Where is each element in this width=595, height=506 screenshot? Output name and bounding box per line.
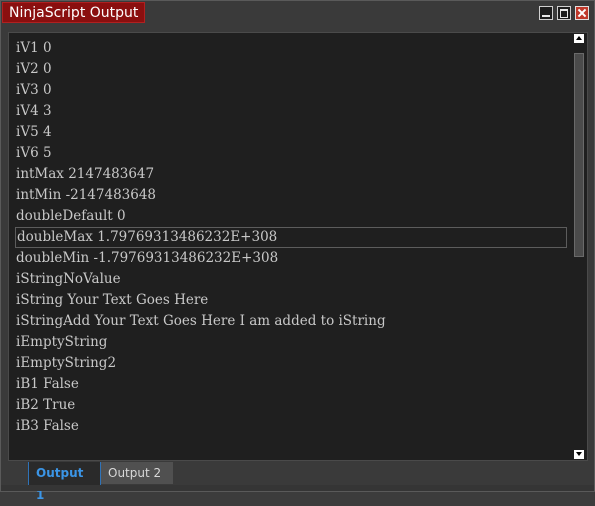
vertical-scrollbar[interactable] [573, 34, 585, 459]
output-line[interactable]: intMin -2147483648 [15, 185, 567, 206]
tab-output-2[interactable]: Output 2 [101, 462, 173, 484]
arrow-up-icon[interactable] [574, 34, 584, 43]
output-line[interactable]: iV5 4 [15, 122, 567, 143]
output-line[interactable]: iV1 0 [15, 38, 567, 59]
output-line[interactable]: iB1 False [15, 374, 567, 395]
output-line[interactable]: doubleDefault 0 [15, 206, 567, 227]
tab-output-1[interactable]: Output 1 [28, 462, 101, 502]
output-line[interactable]: iB3 False [15, 416, 567, 437]
output-line[interactable]: iV6 5 [15, 143, 567, 164]
output-line[interactable]: iB2 True [15, 395, 567, 416]
output-pane[interactable]: iV1 0 iV2 0 iV3 0 iV4 3 iV5 4 iV6 5 intM… [8, 32, 588, 461]
output-line[interactable]: iV2 0 [15, 59, 567, 80]
output-line[interactable]: iString Your Text Goes Here [15, 290, 567, 311]
ninjascript-output-window: NinjaScript Output iV1 0 iV2 0 iV3 0 iV4… [0, 0, 595, 502]
bottom-strip [1, 485, 594, 491]
output-line[interactable]: iV4 3 [15, 101, 567, 122]
close-icon[interactable] [575, 6, 589, 20]
window-title: NinjaScript Output [2, 2, 146, 23]
title-bar[interactable]: NinjaScript Output [1, 1, 594, 25]
output-line[interactable]: iEmptyString2 [15, 353, 567, 374]
output-line-selected[interactable]: doubleMax 1.79769313486232E+308 [15, 227, 567, 248]
output-lines: iV1 0 iV2 0 iV3 0 iV4 3 iV5 4 iV6 5 intM… [15, 38, 567, 437]
output-line[interactable]: iV3 0 [15, 80, 567, 101]
output-line[interactable]: doubleMin -1.79769313486232E+308 [15, 248, 567, 269]
minimize-icon[interactable] [539, 6, 553, 20]
maximize-icon[interactable] [557, 6, 571, 20]
output-line[interactable]: intMax 2147483647 [15, 164, 567, 185]
output-line[interactable]: iStringAdd Your Text Goes Here I am adde… [15, 311, 567, 332]
output-line[interactable]: iStringNoValue [15, 269, 567, 290]
arrow-down-icon[interactable] [574, 450, 584, 459]
output-line[interactable]: iEmptyString [15, 332, 567, 353]
scrollbar-thumb[interactable] [574, 53, 584, 257]
